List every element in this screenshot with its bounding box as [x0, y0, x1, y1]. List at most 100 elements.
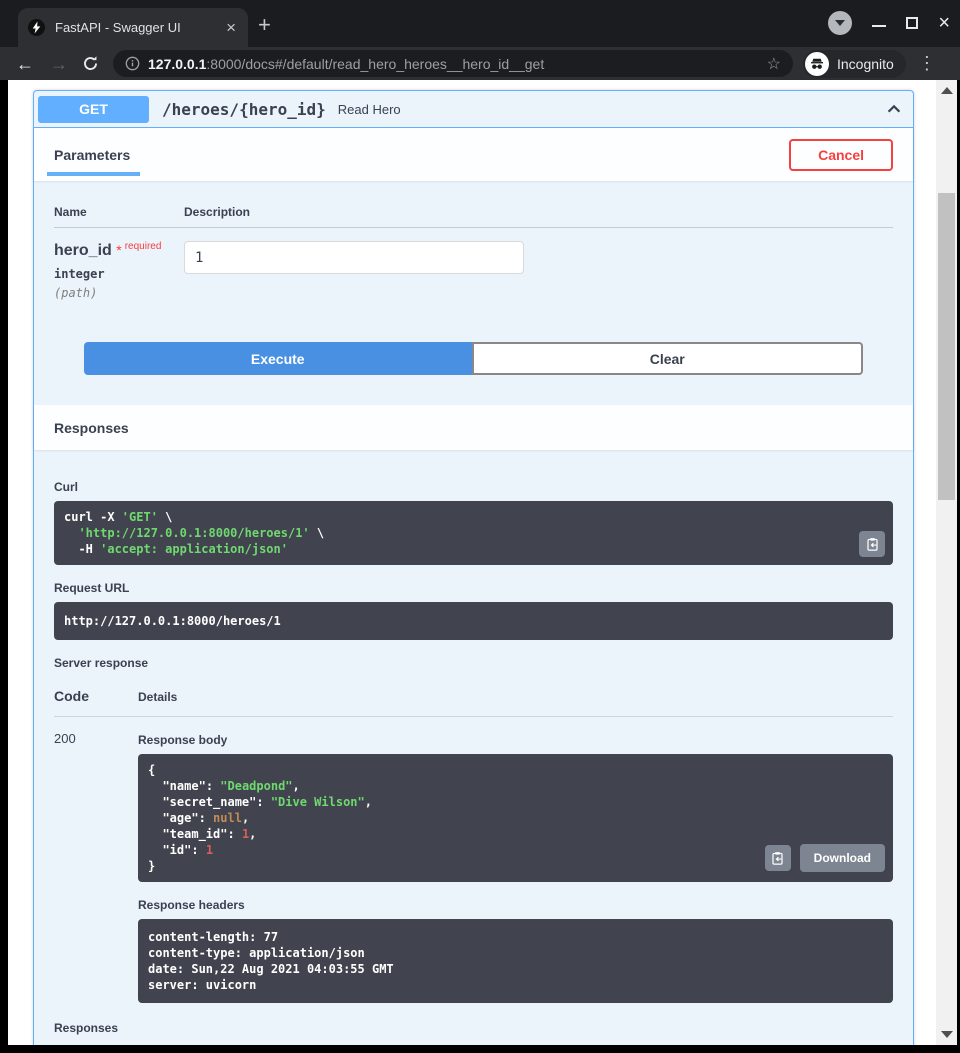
- tab-strip: FastAPI - Swagger UI × + ×: [0, 0, 960, 47]
- cancel-button[interactable]: Cancel: [789, 139, 893, 171]
- copy-curl-button[interactable]: [859, 531, 885, 557]
- endpoint-summary: Read Hero: [338, 102, 401, 117]
- required-asterisk: *: [116, 242, 121, 258]
- download-button[interactable]: Download: [800, 844, 885, 872]
- json-key: "name": [162, 779, 205, 793]
- json-null-value: null: [213, 811, 242, 825]
- request-url-block: http://127.0.0.1:8000/heroes/1: [54, 602, 893, 640]
- opblock-summary[interactable]: GET /heroes/{hero_id} Read Hero: [34, 91, 913, 128]
- parameters-header-row: Parameters Cancel: [34, 128, 913, 181]
- json-comma: ,: [242, 811, 249, 825]
- live-response-row: 200 Response body { "name": "Deadpond", …: [54, 717, 893, 1003]
- close-window-button[interactable]: ×: [938, 13, 950, 33]
- browser-tab[interactable]: FastAPI - Swagger UI ×: [18, 8, 248, 47]
- name-column-header: Name: [54, 205, 184, 219]
- opblock-get-heroes: GET /heroes/{hero_id} Read Hero Paramete…: [33, 90, 914, 1045]
- caret-down-icon: [835, 20, 845, 26]
- address-bar[interactable]: 127.0.0.1:8000/docs#/default/read_hero_h…: [113, 50, 793, 77]
- curl-cmd: curl -X: [64, 510, 122, 524]
- json-comma: ,: [249, 827, 256, 841]
- response-headers-block: content-length: 77 content-type: applica…: [138, 919, 893, 1003]
- incognito-label: Incognito: [837, 56, 894, 72]
- details-column-header: Details: [138, 690, 177, 704]
- tab-parameters[interactable]: Parameters: [54, 147, 130, 163]
- scroll-down-arrow[interactable]: [941, 1031, 953, 1038]
- forward-button[interactable]: →: [50, 55, 68, 73]
- execute-button[interactable]: Execute: [84, 342, 472, 375]
- url-text: 127.0.0.1:8000/docs#/default/read_hero_h…: [148, 56, 759, 72]
- endpoint-path: /heroes/{hero_id}: [162, 100, 326, 119]
- response-headers-label: Response headers: [138, 898, 893, 912]
- json-string-value: "Deadpond": [220, 779, 292, 793]
- json-number-value: 1: [206, 843, 213, 857]
- json-key: "id": [162, 843, 191, 857]
- response-body-label: Response body: [138, 733, 893, 747]
- json-key: "secret_name": [162, 795, 256, 809]
- curl-h-flag: -H: [64, 542, 100, 556]
- incognito-badge[interactable]: Incognito: [803, 50, 906, 78]
- incognito-icon: [805, 52, 829, 76]
- json-colon: :: [227, 827, 241, 841]
- responses-title: Responses: [54, 420, 129, 436]
- responses-section-header: Responses: [34, 405, 913, 450]
- parameter-value-cell: [184, 241, 524, 300]
- json-colon: :: [206, 779, 220, 793]
- site-info-icon[interactable]: [125, 56, 140, 71]
- json-colon: :: [199, 811, 213, 825]
- parameters-table-head: Name Description: [54, 205, 893, 228]
- parameter-meta: hero_id * required integer (path): [54, 241, 184, 300]
- hero-id-input[interactable]: [184, 241, 524, 274]
- url-host: 127.0.0.1: [148, 56, 206, 72]
- scroll-up-arrow[interactable]: [941, 87, 953, 94]
- server-response-label: Server response: [54, 656, 893, 670]
- url-path: :8000/docs#/default/read_hero_heroes__he…: [206, 56, 544, 72]
- parameter-name: hero_id: [54, 242, 112, 259]
- curl-bs1: \: [158, 510, 172, 524]
- browser-menu-icon[interactable]: ⋮: [918, 53, 936, 74]
- page-scrollbar[interactable]: [936, 80, 957, 1045]
- responses-body: Curl curl -X 'GET' \ 'http://127.0.0.1:8…: [34, 450, 913, 1045]
- tab-close-icon[interactable]: ×: [224, 19, 238, 36]
- bookmark-star-icon[interactable]: ☆: [767, 54, 781, 74]
- method-badge: GET: [38, 96, 149, 123]
- new-tab-button[interactable]: +: [258, 14, 271, 36]
- back-button[interactable]: ←: [16, 55, 34, 73]
- json-open: {: [148, 763, 155, 777]
- curl-method: 'GET': [122, 510, 158, 524]
- minimize-button[interactable]: [872, 25, 886, 27]
- browser-toolbar: ← → 127.0.0.1:8000/docs#/default/read_he…: [0, 47, 960, 80]
- header-line: server: uvicorn: [148, 978, 256, 992]
- parameter-row-hero-id: hero_id * required integer (path): [54, 228, 893, 342]
- page-content: GET /heroes/{hero_id} Read Hero Paramete…: [8, 80, 936, 1045]
- live-response-table: Code Details 200 Response body { "name":…: [54, 688, 893, 1003]
- collapse-chevron-icon[interactable]: [885, 100, 903, 118]
- parameter-type: integer: [54, 267, 184, 281]
- reload-button[interactable]: [82, 55, 99, 72]
- copy-response-button[interactable]: [765, 845, 791, 871]
- fastapi-favicon-icon: [28, 19, 45, 36]
- parameters-table: Name Description hero_id * required integ…: [34, 181, 913, 405]
- request-url-value: http://127.0.0.1:8000/heroes/1: [64, 614, 281, 628]
- curl-url: 'http://127.0.0.1:8000/heroes/1': [64, 526, 310, 540]
- live-response-head: Code Details: [54, 688, 893, 717]
- curl-label: Curl: [54, 480, 893, 494]
- header-line: content-type: application/json: [148, 946, 365, 960]
- json-colon: :: [256, 795, 270, 809]
- curl-bs2: \: [310, 526, 324, 540]
- tab-title: FastAPI - Swagger UI: [55, 20, 224, 35]
- description-column-header: Description: [184, 205, 250, 219]
- clear-button[interactable]: Clear: [472, 342, 864, 375]
- parameter-location: (path): [54, 286, 184, 300]
- window-menu-button[interactable]: [828, 11, 852, 35]
- code-column-header: Code: [54, 688, 138, 704]
- json-comma: ,: [293, 779, 300, 793]
- json-key: "age": [162, 811, 198, 825]
- maximize-button[interactable]: [906, 17, 918, 29]
- required-label: required: [125, 241, 162, 252]
- status-code: 200: [54, 731, 138, 1003]
- response-body-block: { "name": "Deadpond", "secret_name": "Di…: [138, 754, 893, 882]
- curl-command-block: curl -X 'GET' \ 'http://127.0.0.1:8000/h…: [54, 501, 893, 565]
- documented-responses-label: Responses: [54, 1021, 893, 1035]
- execute-row: Execute Clear: [54, 342, 893, 405]
- scrollbar-thumb[interactable]: [938, 193, 955, 500]
